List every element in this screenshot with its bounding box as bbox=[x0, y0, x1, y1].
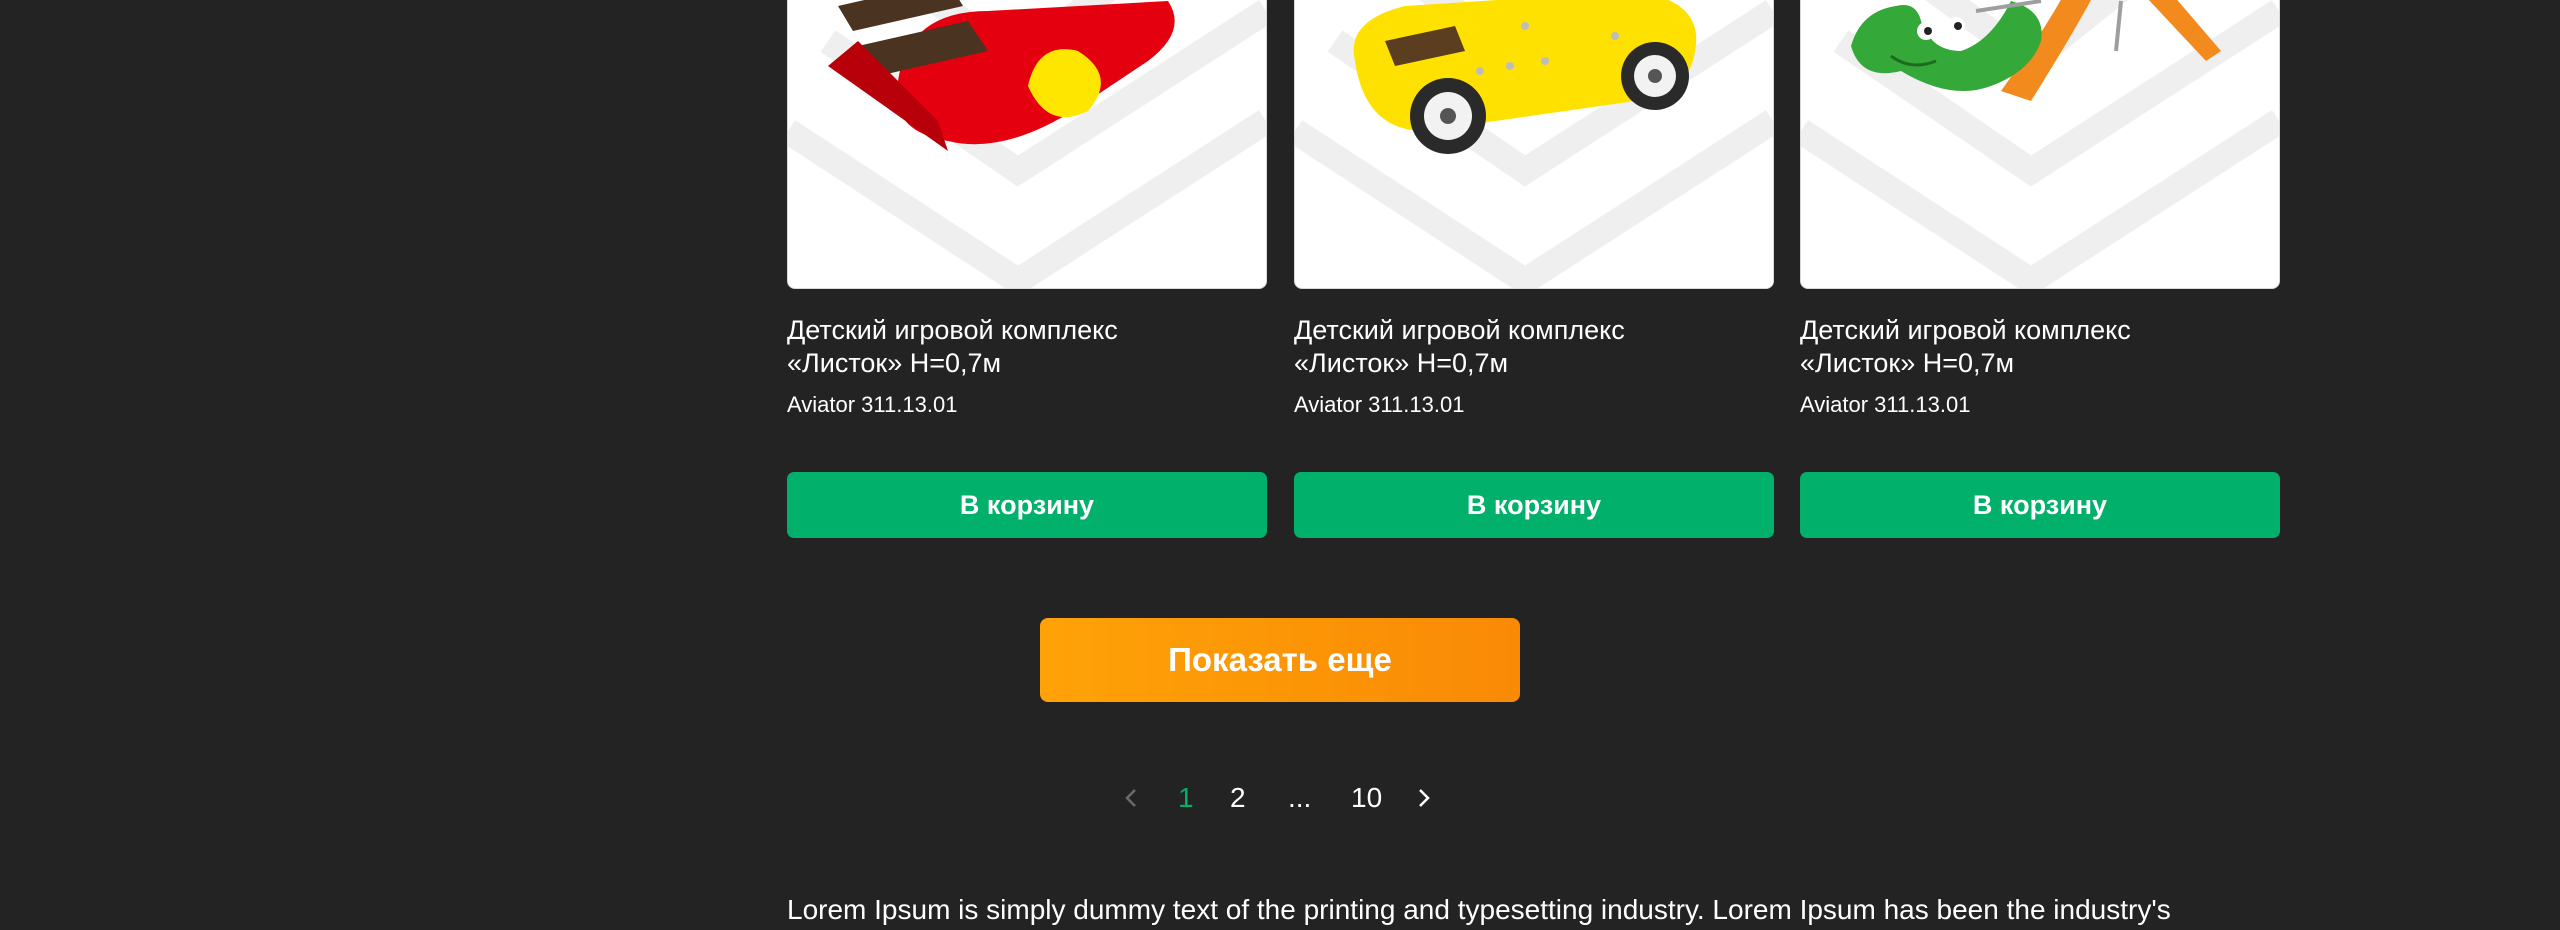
page-link[interactable]: 10 bbox=[1351, 778, 1382, 818]
product-image-yellow-car[interactable] bbox=[1294, 0, 1774, 289]
product-image-red-playground[interactable] bbox=[787, 0, 1267, 289]
chevron-right-icon[interactable] bbox=[1413, 778, 1435, 818]
show-more-button[interactable]: Показать еще bbox=[1040, 618, 1520, 702]
page-ellipsis: ... bbox=[1288, 782, 1312, 813]
product-title[interactable]: Детский игровой комплекс «Листок» Н=0,7м bbox=[1294, 314, 1774, 380]
product-image-green-dragon[interactable] bbox=[1800, 0, 2280, 289]
pagination: 1 2 ... 10 bbox=[1110, 778, 1450, 818]
product-sku: Aviator 311.13.01 bbox=[787, 392, 958, 417]
add-to-cart-button[interactable]: В корзину bbox=[1294, 472, 1774, 538]
product-sku: Aviator 311.13.01 bbox=[1294, 392, 1465, 417]
add-to-cart-button[interactable]: В корзину bbox=[1800, 472, 2280, 538]
add-to-cart-button[interactable]: В корзину bbox=[787, 472, 1267, 538]
page-link-current[interactable]: 1 bbox=[1178, 778, 1194, 818]
product-sku: Aviator 311.13.01 bbox=[1800, 392, 1971, 417]
product-title[interactable]: Детский игровой комплекс «Листок» Н=0,7м bbox=[787, 314, 1267, 380]
page-link[interactable]: 2 bbox=[1230, 778, 1246, 818]
chevron-left-icon[interactable] bbox=[1120, 778, 1142, 818]
seo-description-text: Lorem Ipsum is simply dummy text of the … bbox=[787, 894, 2171, 925]
product-title[interactable]: Детский игровой комплекс «Листок» Н=0,7м bbox=[1800, 314, 2280, 380]
